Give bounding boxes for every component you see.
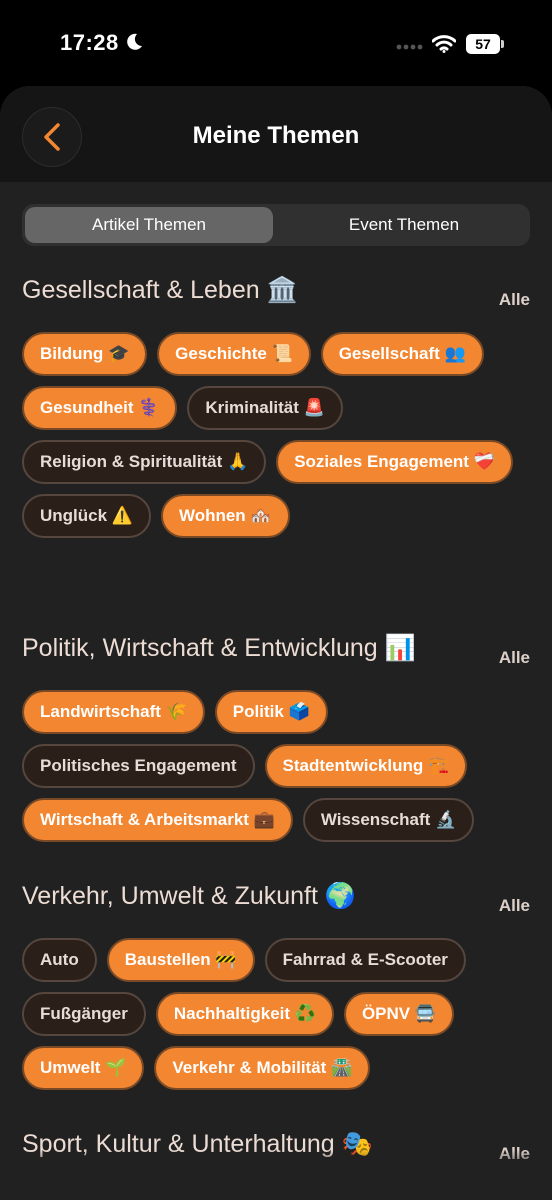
topic-chip[interactable]: Fahrrad & E-Scooter (264, 938, 466, 982)
select-all-button[interactable]: Alle (499, 896, 530, 916)
topic-chip[interactable]: Auto (22, 938, 97, 982)
page-title: Meine Themen (192, 122, 360, 149)
topic-chip[interactable]: Verkehr & Mobilität 🛣️ (154, 1046, 371, 1090)
section-gesellschaft-leben: Gesellschaft & Leben 🏛️ Alle Bildung 🎓 Ge… (22, 276, 530, 538)
topic-chip[interactable]: Politik 🗳️ (214, 690, 328, 734)
tab-event-themen[interactable]: Event Themen (278, 204, 530, 246)
topic-type-switch: Artikel Themen Event Themen (22, 204, 530, 246)
section-title: Gesellschaft & Leben 🏛️ (22, 276, 298, 304)
topic-chip[interactable]: Kriminalität 🚨 (187, 386, 343, 430)
topic-chip[interactable]: Baustellen 🚧 (106, 938, 255, 982)
battery-indicator: 57 (466, 34, 504, 54)
topic-chip[interactable]: Nachhaltigkeit ♻️ (155, 992, 334, 1036)
topic-chip[interactable]: Geschichte 📜 (157, 332, 311, 376)
status-bar: 17:28 57 (0, 0, 552, 88)
battery-nub (501, 40, 504, 48)
wifi-icon (432, 35, 456, 53)
scroll-fade (0, 1150, 552, 1200)
topics-sheet: Meine Themen Artikel Themen Event Themen… (0, 86, 552, 1200)
select-all-button[interactable]: Alle (499, 290, 530, 310)
select-all-button[interactable]: Alle (499, 648, 530, 668)
moon-icon (127, 33, 142, 50)
topic-chip[interactable]: ÖPNV 🚍 (343, 992, 455, 1036)
topic-chip[interactable]: Bildung 🎓 (22, 332, 148, 376)
topic-chip[interactable]: Wohnen 🏘️ (160, 494, 290, 538)
section-politik-wirtschaft: Politik, Wirtschaft & Entwicklung 📊 Alle… (22, 634, 530, 842)
chip-list: Landwirtschaft 🌾 Politik 🗳️ Politisches En… (22, 690, 530, 842)
topic-chip[interactable]: Gesellschaft 👥 (320, 332, 484, 376)
section-title: Politik, Wirtschaft & Entwicklung 📊 (22, 634, 416, 662)
topic-chip[interactable]: Wissenschaft 🔬 (302, 798, 475, 842)
topic-chip[interactable]: Politisches Engagement (22, 744, 255, 788)
cellular-signal-icon (396, 44, 423, 50)
status-time: 17:28 (60, 30, 119, 55)
topic-chip[interactable]: Wirtschaft & Arbeitsmarkt 💼 (22, 798, 293, 842)
topic-chip[interactable]: Religion & Spiritualität 🙏 (22, 440, 267, 484)
topic-chip[interactable]: Stadtentwicklung 🏗️ (264, 744, 468, 788)
chip-list: Bildung 🎓 Geschichte 📜 Gesellschaft 👥 Gesun… (22, 332, 530, 538)
topic-chip[interactable]: Unglück ⚠️ (22, 494, 151, 538)
topic-chip[interactable]: Gesundheit ⚕️ (22, 386, 178, 430)
topic-chip[interactable]: Landwirtschaft 🌾 (22, 690, 205, 734)
topic-chip[interactable]: Umwelt 🌱 (22, 1046, 145, 1090)
tab-artikel-themen[interactable]: Artikel Themen (25, 204, 273, 246)
chip-list: Auto Baustellen 🚧 Fahrrad & E-Scooter Fußgä… (22, 938, 530, 1090)
section-title: Verkehr, Umwelt & Zukunft 🌍 (22, 882, 357, 910)
battery-level: 57 (466, 34, 500, 54)
header: Meine Themen (0, 86, 552, 182)
topic-chip[interactable]: Soziales Engagement ❤️‍🩹 (276, 440, 513, 484)
section-verkehr-umwelt: Verkehr, Umwelt & Zukunft 🌍 Alle Auto Bau… (22, 882, 530, 1090)
topic-chip[interactable]: Fußgänger (22, 992, 146, 1036)
